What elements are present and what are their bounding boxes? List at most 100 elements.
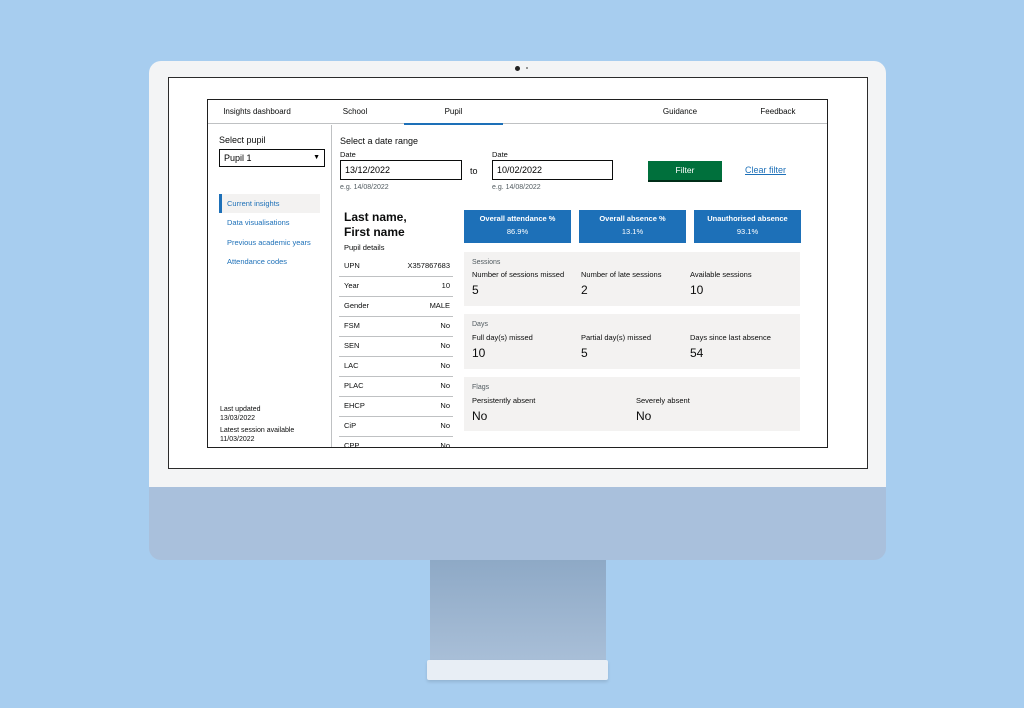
table-row: PLAC No: [339, 376, 453, 397]
date-range-heading: Select a date range: [340, 136, 419, 146]
table-row: Gender MALE: [339, 296, 453, 317]
sidebar-link-current-insights[interactable]: Current insights: [219, 194, 320, 213]
select-pupil-label: Select pupil: [219, 135, 266, 145]
metric-label: Persistently absent: [472, 396, 536, 405]
metric-value: No: [636, 409, 652, 423]
pupil-name: Last name, First name: [344, 210, 407, 240]
metric-value: 54: [690, 346, 704, 360]
detail-key: UPN: [344, 261, 360, 270]
metric-value: 10: [690, 283, 704, 297]
table-row: Year 10: [339, 276, 453, 297]
metric-label: Partial day(s) missed: [581, 333, 652, 342]
metric-value: 2: [581, 283, 588, 297]
metric-label: Full day(s) missed: [472, 333, 533, 342]
detail-value: No: [440, 441, 450, 448]
detail-value: No: [440, 421, 450, 430]
detail-key: EHCP: [344, 401, 365, 410]
to-date-input[interactable]: 10/02/2022: [492, 160, 613, 180]
table-row: UPN X357867683: [339, 256, 453, 277]
tile-title: Overall attendance %: [479, 214, 556, 223]
flags-panel: Flags Persistently absent No Severely ab…: [464, 377, 800, 431]
tile-value: 13.1%: [621, 227, 644, 236]
pupil-select-value: Pupil 1: [224, 153, 252, 163]
table-row: LAC No: [339, 356, 453, 377]
detail-value: MALE: [429, 301, 450, 310]
detail-value: No: [440, 341, 450, 350]
detail-value: X357867683: [407, 261, 450, 270]
from-date-hint: e.g. 14/08/2022: [340, 184, 389, 191]
filter-button[interactable]: Filter: [648, 161, 722, 180]
monitor-base: [427, 660, 608, 680]
pupil-name-line2: First name: [344, 225, 405, 239]
sessions-title: Sessions: [472, 259, 501, 266]
camera-icon: [515, 66, 520, 71]
table-row: SEN No: [339, 336, 453, 357]
monitor-chin: [149, 487, 886, 560]
from-date-input[interactable]: 13/12/2022: [340, 160, 462, 180]
nav-guidance[interactable]: Guidance: [631, 100, 729, 124]
days-title: Days: [472, 321, 488, 328]
detail-key: FSM: [344, 321, 360, 330]
metric-label: Number of sessions missed: [472, 270, 565, 279]
detail-key: Year: [344, 281, 360, 290]
table-row: FSM No: [339, 316, 453, 337]
tile-overall-absence: Overall absence % 13.1%: [579, 210, 686, 243]
tile-title: Overall absence %: [599, 214, 666, 223]
sidebar-link-attendance-codes[interactable]: Attendance codes: [219, 252, 320, 271]
detail-value: No: [440, 321, 450, 330]
nav-pupil[interactable]: Pupil: [404, 100, 503, 125]
monitor-stand: [430, 560, 606, 663]
tile-unauthorised-absence: Unauthorised absence 93.1%: [694, 210, 801, 243]
table-row: CPP No: [339, 436, 453, 448]
latest-session-label: Latest session available: [220, 427, 295, 434]
detail-key: SEN: [344, 341, 360, 350]
metric-value: 5: [472, 283, 479, 297]
nav-insights-dashboard[interactable]: Insights dashboard: [208, 100, 306, 124]
chevron-down-icon: ▼: [313, 154, 320, 161]
tile-value: 86.9%: [506, 227, 529, 236]
detail-key: CiP: [344, 421, 357, 430]
metric-label: Severely absent: [636, 396, 690, 405]
metric-value: No: [472, 409, 488, 423]
camera-sensor: [526, 67, 528, 69]
table-row: EHCP No: [339, 396, 453, 417]
table-row: CiP No: [339, 416, 453, 437]
pupil-select[interactable]: Pupil 1 ▼: [219, 149, 325, 167]
metric-value: 10: [472, 346, 486, 360]
detail-value: No: [440, 361, 450, 370]
from-date-label: Date: [340, 150, 356, 159]
app-window: Insights dashboard School Pupil Guidance…: [207, 99, 828, 448]
detail-key: CPP: [344, 441, 360, 448]
clear-filter-link[interactable]: Clear filter: [745, 165, 786, 175]
pupil-name-line1: Last name,: [344, 210, 407, 224]
detail-key: PLAC: [344, 381, 364, 390]
detail-value: 10: [441, 281, 450, 290]
tile-overall-attendance: Overall attendance % 86.9%: [464, 210, 571, 243]
latest-session-value: 11/03/2022: [220, 436, 255, 443]
sessions-panel: Sessions Number of sessions missed 5 Num…: [464, 252, 800, 306]
nav-school[interactable]: School: [306, 100, 404, 124]
flags-title: Flags: [472, 384, 490, 391]
tile-value: 93.1%: [736, 227, 759, 236]
metric-label: Available sessions: [690, 270, 752, 279]
detail-key: Gender: [344, 301, 370, 310]
nav-feedback[interactable]: Feedback: [729, 100, 827, 124]
top-nav: Insights dashboard School Pupil Guidance…: [208, 100, 827, 125]
detail-value: No: [440, 381, 450, 390]
days-panel: Days Full day(s) missed 10 Partial day(s…: [464, 314, 800, 369]
pupil-details-label: Pupil details: [344, 243, 385, 252]
sidebar-link-previous-academic-years[interactable]: Previous academic years: [219, 233, 320, 252]
to-date-hint: e.g. 14/08/2022: [492, 184, 541, 191]
detail-key: LAC: [344, 361, 359, 370]
metric-label: Days since last absence: [690, 333, 771, 342]
sidebar: Select pupil Pupil 1 ▼ Current insights …: [208, 125, 332, 447]
sidebar-link-data-visualisations[interactable]: Data visualisations: [219, 213, 320, 232]
tile-title: Unauthorised absence: [707, 214, 788, 223]
detail-value: No: [440, 401, 450, 410]
last-updated-label: Last updated: [220, 406, 261, 413]
to-date-label: Date: [492, 150, 508, 159]
to-separator: to: [470, 166, 478, 176]
metric-value: 5: [581, 346, 588, 360]
last-updated-value: 13/03/2022: [220, 415, 256, 422]
metric-label: Number of late sessions: [581, 270, 662, 279]
